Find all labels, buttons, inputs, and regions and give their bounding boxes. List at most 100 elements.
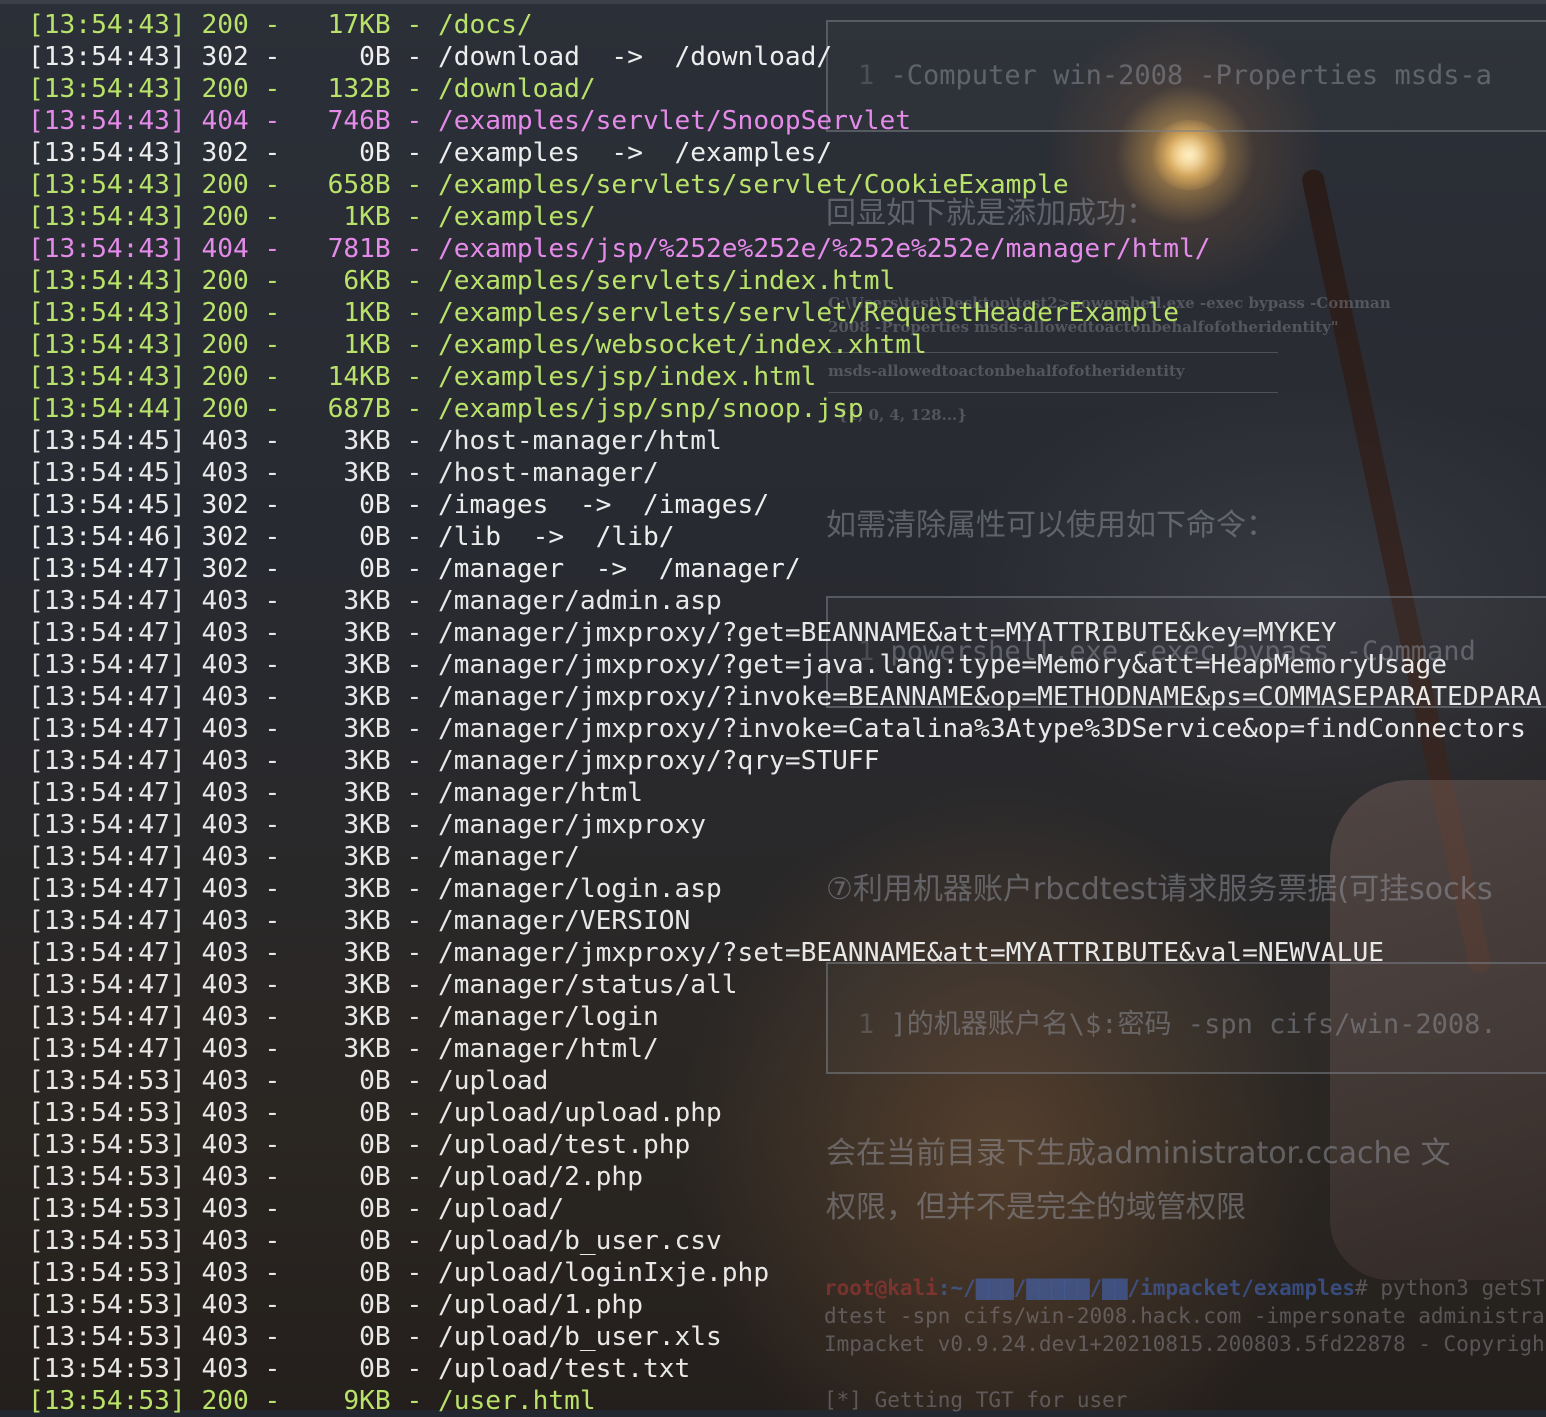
log-line: [13:54:47] 403 - 3KB - /manager/jmxproxy… xyxy=(28,714,1526,744)
request-path: /examples/jsp/%252e%252e/%252e%252e/mana… xyxy=(438,234,1211,264)
log-timestamp: [13:54:44] xyxy=(28,394,186,424)
response-size: 3KB xyxy=(296,906,391,936)
log-timestamp: [13:54:53] xyxy=(28,1162,186,1192)
response-size: 0B xyxy=(296,490,391,520)
response-size: 3KB xyxy=(296,714,391,744)
log-line: [13:54:47] 403 - 3KB - /manager/jmxproxy… xyxy=(28,618,1337,648)
request-path: /manager/html xyxy=(438,778,643,808)
request-path: /upload/b_user.csv xyxy=(438,1226,722,1256)
log-line: [13:54:43] 302 - 0B - /examples -> /exam… xyxy=(28,138,833,168)
request-path: /manager/login.asp xyxy=(438,874,722,904)
request-path: /host-manager/ xyxy=(438,458,659,488)
log-timestamp: [13:54:45] xyxy=(28,426,186,456)
log-timestamp: [13:54:43] xyxy=(28,330,186,360)
log-line: [13:54:43] 200 - 1KB - /examples/ xyxy=(28,202,596,232)
status-code: 200 xyxy=(201,298,249,328)
log-line: [13:54:47] 403 - 3KB - /manager/html xyxy=(28,778,643,808)
log-line: [13:54:43] 200 - 1KB - /examples/servlet… xyxy=(28,298,1180,328)
request-path: /examples/servlet/SnoopServlet xyxy=(438,106,911,136)
request-path: /examples/jsp/snp/snoop.jsp xyxy=(438,394,864,424)
log-timestamp: [13:54:53] xyxy=(28,1258,186,1288)
status-code: 403 xyxy=(201,970,249,1000)
log-line: [13:54:53] 403 - 0B - /upload/test.php xyxy=(28,1130,691,1160)
log-line: [13:54:47] 403 - 3KB - /manager/jmxproxy… xyxy=(28,938,1384,968)
response-size: 1KB xyxy=(296,202,391,232)
request-path: /upload/loginIxje.php xyxy=(438,1258,770,1288)
status-code: 403 xyxy=(201,458,249,488)
log-timestamp: [13:54:47] xyxy=(28,1034,186,1064)
log-line: [13:54:43] 200 - 132B - /download/ xyxy=(28,74,596,104)
terminal-top-border xyxy=(0,0,1546,4)
status-code: 403 xyxy=(201,618,249,648)
request-path: /user.html xyxy=(438,1386,596,1416)
request-path: /examples/ xyxy=(438,202,596,232)
request-path: /manager/jmxproxy/?get=BEANNAME&att=MYAT… xyxy=(438,618,1337,648)
log-timestamp: [13:54:43] xyxy=(28,42,186,72)
request-path: /upload/b_user.xls xyxy=(438,1322,722,1352)
log-timestamp: [13:54:43] xyxy=(28,234,186,264)
request-path: /examples/jsp/index.html xyxy=(438,362,817,392)
status-code: 403 xyxy=(201,746,249,776)
response-size: 3KB xyxy=(296,650,391,680)
status-code: 403 xyxy=(201,938,249,968)
log-line: [13:54:53] 403 - 0B - /upload/2.php xyxy=(28,1162,643,1192)
request-path: /manager/login xyxy=(438,1002,659,1032)
log-timestamp: [13:54:47] xyxy=(28,682,186,712)
status-code: 403 xyxy=(201,842,249,872)
response-size: 3KB xyxy=(296,1034,391,1064)
request-path: /host-manager/html xyxy=(438,426,722,456)
response-size: 0B xyxy=(296,522,391,552)
log-line: [13:54:53] 403 - 0B - /upload/ xyxy=(28,1194,565,1224)
request-path: /upload/test.txt xyxy=(438,1354,691,1384)
response-size: 0B xyxy=(296,1322,391,1352)
log-line: [13:54:53] 403 - 0B - /upload/test.txt xyxy=(28,1354,691,1384)
response-size: 3KB xyxy=(296,810,391,840)
log-line: [13:54:43] 302 - 0B - /download -> /down… xyxy=(28,42,833,72)
log-timestamp: [13:54:43] xyxy=(28,10,186,40)
response-size: 658B xyxy=(296,170,391,200)
log-line: [13:54:53] 403 - 0B - /upload/1.php xyxy=(28,1290,643,1320)
log-line: [13:54:47] 403 - 3KB - /manager/login xyxy=(28,1002,659,1032)
log-timestamp: [13:54:46] xyxy=(28,522,186,552)
log-line: [13:54:53] 403 - 0B - /upload xyxy=(28,1066,549,1096)
request-path: /examples/servlets/servlet/RequestHeader… xyxy=(438,298,1180,328)
log-line: [13:54:45] 403 - 3KB - /host-manager/ xyxy=(28,458,659,488)
request-path: /manager/jmxproxy xyxy=(438,810,707,840)
log-timestamp: [13:54:43] xyxy=(28,138,186,168)
status-code: 200 xyxy=(201,74,249,104)
status-code: 403 xyxy=(201,874,249,904)
status-code: 403 xyxy=(201,1226,249,1256)
response-size: 0B xyxy=(296,1258,391,1288)
log-timestamp: [13:54:47] xyxy=(28,1002,186,1032)
log-line: [13:54:47] 403 - 3KB - /manager/jmxproxy xyxy=(28,810,707,840)
log-timestamp: [13:54:47] xyxy=(28,874,186,904)
response-size: 0B xyxy=(296,1194,391,1224)
log-line: [13:54:43] 404 - 781B - /examples/jsp/%2… xyxy=(28,234,1211,264)
status-code: 404 xyxy=(201,106,249,136)
response-size: 3KB xyxy=(296,458,391,488)
status-code: 403 xyxy=(201,1034,249,1064)
log-line: [13:54:53] 403 - 0B - /upload/b_user.xls xyxy=(28,1322,722,1352)
request-path: /manager/jmxproxy/?get=java.lang:type=Me… xyxy=(438,650,1448,680)
log-line: [13:54:47] 403 - 3KB - /manager/ xyxy=(28,842,580,872)
log-timestamp: [13:54:43] xyxy=(28,106,186,136)
status-code: 200 xyxy=(201,1386,249,1416)
status-code: 403 xyxy=(201,1194,249,1224)
status-code: 302 xyxy=(201,42,249,72)
log-line: [13:54:43] 200 - 658B - /examples/servle… xyxy=(28,170,1069,200)
request-path: /manager/html/ xyxy=(438,1034,659,1064)
response-size: 0B xyxy=(296,1098,391,1128)
log-line: [13:54:47] 403 - 3KB - /manager/admin.as… xyxy=(28,586,722,616)
request-path: /manager/jmxproxy/?invoke=Catalina%3Atyp… xyxy=(438,714,1526,744)
log-line: [13:54:44] 200 - 687B - /examples/jsp/sn… xyxy=(28,394,864,424)
response-size: 3KB xyxy=(296,938,391,968)
response-size: 0B xyxy=(296,1226,391,1256)
log-line: [13:54:45] 302 - 0B - /images -> /images… xyxy=(28,490,770,520)
status-code: 403 xyxy=(201,1322,249,1352)
log-timestamp: [13:54:47] xyxy=(28,778,186,808)
log-line: [13:54:47] 403 - 3KB - /manager/html/ xyxy=(28,1034,659,1064)
response-size: 1KB xyxy=(296,298,391,328)
status-code: 200 xyxy=(201,362,249,392)
request-path: /docs/ xyxy=(438,10,533,40)
response-size: 17KB xyxy=(296,10,391,40)
